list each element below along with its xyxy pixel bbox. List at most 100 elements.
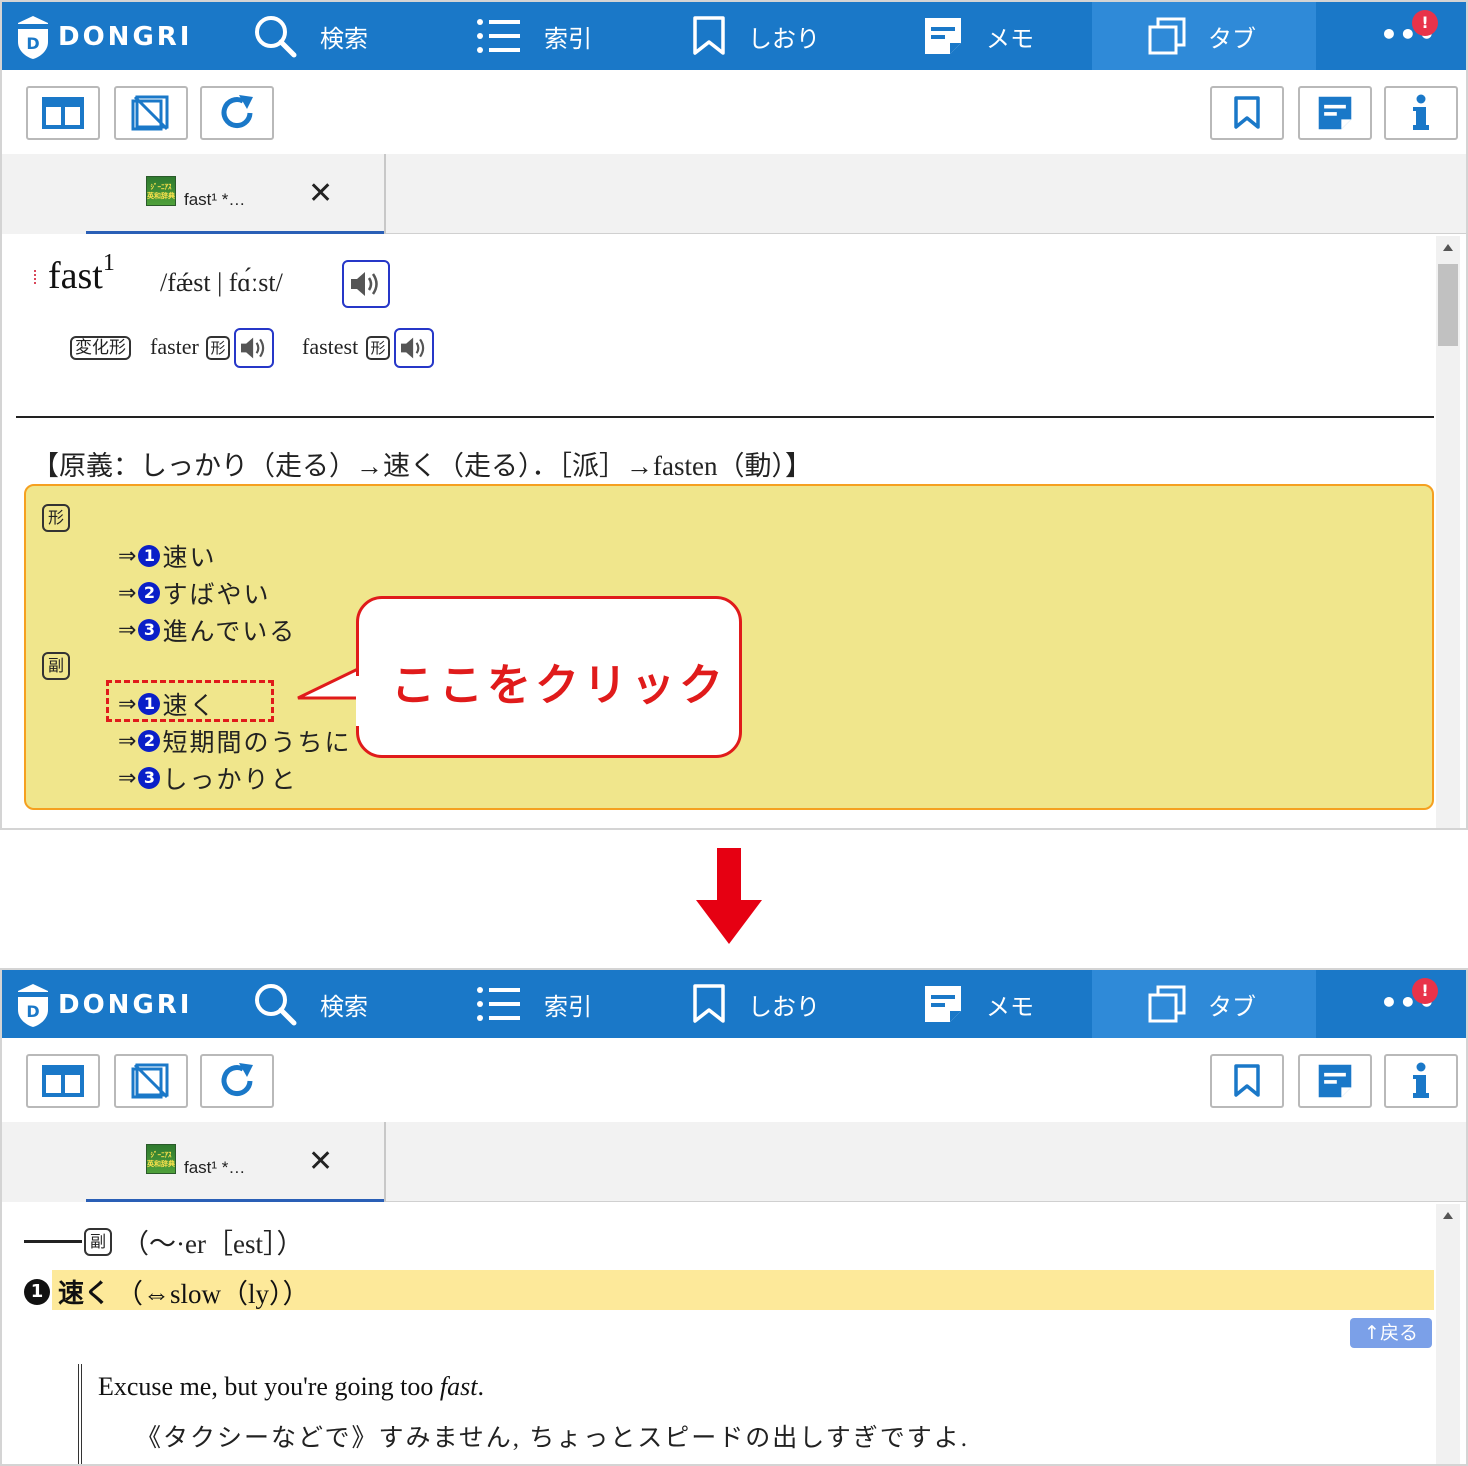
audio-button[interactable]: [394, 328, 434, 368]
sense-note: （⇔slow（ly））: [116, 1279, 310, 1309]
sense-main: 速く: [58, 1279, 111, 1309]
sense-link[interactable]: ⇒ 3 しっかりと: [118, 760, 297, 796]
dongri-logo[interactable]: D DONGRI: [16, 14, 196, 60]
nav-index-label: 索引: [544, 992, 592, 1021]
tab-fast[interactable]: ｼﾞｰﾆｱｽ 英和辞典 fast¹ *… ✕: [2, 1122, 386, 1202]
bookmark-icon: [1234, 1064, 1260, 1097]
split-layout-icon: [42, 97, 84, 129]
inflection-word: faster: [150, 334, 199, 359]
speaker-icon: [351, 272, 378, 296]
dongri-shield-icon: D: [18, 984, 48, 1027]
nav-bookmark[interactable]: しおり: [692, 970, 820, 1038]
nav-memo[interactable]: メモ: [922, 2, 1034, 70]
nav-tab-label: タブ: [1208, 992, 1256, 1021]
nav-memo[interactable]: メモ: [922, 970, 1034, 1038]
nav-tab[interactable]: タブ: [1092, 2, 1316, 70]
close-icon[interactable]: ✕: [308, 1144, 333, 1179]
no-window-icon: [131, 95, 169, 131]
click-target-highlight: [106, 680, 274, 722]
pronunciation: /fǽst | fɑ́ːst/: [160, 268, 283, 297]
sense-link[interactable]: ⇒ 2 短期間のうちに: [118, 723, 351, 759]
example-english: Excuse me, but you're going too fast.: [98, 1372, 484, 1401]
nav-tab[interactable]: タブ: [1092, 970, 1316, 1038]
list-icon: [477, 19, 520, 53]
nav-search[interactable]: 検索: [252, 970, 368, 1038]
dongri-logo[interactable]: D DONGRI: [16, 982, 196, 1028]
sense-link[interactable]: ⇒ 1 速い: [118, 538, 216, 574]
close-pane-button[interactable]: [114, 1054, 188, 1108]
notification-badge: !: [1412, 10, 1438, 36]
instruction-callout: ここをクリック: [356, 596, 742, 758]
svg-text:D: D: [26, 1002, 39, 1021]
speaker-icon: [401, 337, 425, 359]
more-menu[interactable]: ••• !: [1316, 970, 1466, 1038]
toolbar: [2, 70, 1466, 154]
dictionary-icon: ｼﾞｰﾆｱｽ 英和辞典: [146, 176, 176, 206]
info-icon: [1413, 94, 1429, 130]
callout-text: ここをクリック: [391, 660, 727, 711]
adverb-tag: 副: [84, 1227, 112, 1256]
tab-fast[interactable]: ｼﾞｰﾆｱｽ 英和辞典 fast¹ *… ✕: [2, 154, 386, 234]
memo-icon: [1318, 96, 1352, 130]
sense-link[interactable]: ⇒ 3 進んでいる: [118, 612, 296, 648]
nav-index[interactable]: 索引: [476, 970, 592, 1038]
memo-add-button[interactable]: [1298, 86, 1372, 140]
entry-content: 副 （～·er［est］） 1 速く （⇔slow（ly）） ↑戻る Excus…: [2, 1204, 1466, 1464]
nav-search[interactable]: 検索: [252, 2, 368, 70]
audio-button[interactable]: [342, 260, 390, 308]
example-japanese: 《タクシーなどで》すみません, ちょっとスピードの出しすぎですよ.: [136, 1425, 970, 1452]
adverb-forms: （～·er［est］）: [122, 1229, 304, 1259]
scrollbar[interactable]: [1436, 236, 1460, 828]
sense-link[interactable]: ⇒ 2 すばやい: [118, 575, 270, 611]
sense-number: 3: [138, 619, 161, 641]
more-menu[interactable]: ••• !: [1316, 2, 1466, 70]
info-button[interactable]: [1384, 1054, 1458, 1108]
list-icon: [477, 987, 520, 1021]
example-block: Excuse me, but you're going too fast. 《タ…: [78, 1364, 1418, 1464]
reload-button[interactable]: [200, 86, 274, 140]
etymology: 【原義：しっかり（走る）→速く（走る）．［派］→fasten（動）】: [32, 451, 812, 481]
back-button[interactable]: ↑戻る: [1350, 1318, 1432, 1348]
memo-add-button[interactable]: [1298, 1054, 1372, 1108]
reload-button[interactable]: [200, 1054, 274, 1108]
scrollbar[interactable]: [1436, 1204, 1460, 1464]
scroll-up-arrow-icon[interactable]: [1443, 1212, 1453, 1219]
layout-button[interactable]: [26, 86, 100, 140]
memo-icon: [1318, 1064, 1352, 1098]
inflection-tag: 変化形: [70, 336, 131, 360]
dictionary-icon: ｼﾞｰﾆｱｽ 英和辞典: [146, 1144, 176, 1174]
close-pane-button[interactable]: [114, 86, 188, 140]
scroll-up-arrow-icon[interactable]: [1443, 244, 1453, 251]
scroll-thumb[interactable]: [1438, 264, 1458, 346]
callout-pointer: [297, 666, 361, 700]
bookmark-add-button[interactable]: [1210, 86, 1284, 140]
sense-number: 1: [138, 545, 161, 567]
screenshot-after: D DONGRI 検索 索引 しおり メモ タブ ••• ! ｼﾞｰﾆｱｽ 英和…: [0, 968, 1468, 1466]
nav-bookmark[interactable]: しおり: [692, 2, 820, 70]
em-dash: [24, 1240, 82, 1243]
close-icon[interactable]: ✕: [308, 176, 333, 211]
bookmark-add-button[interactable]: [1210, 1054, 1284, 1108]
tab-label: fast¹ *…: [184, 1158, 246, 1177]
nav-search-label: 検索: [320, 992, 368, 1021]
notification-badge: !: [1412, 978, 1438, 1004]
reload-icon: [221, 1063, 253, 1097]
nav-bookmark-label: しおり: [748, 992, 820, 1021]
dongri-shield-icon: D: [18, 16, 48, 59]
layout-button[interactable]: [26, 1054, 100, 1108]
app-header: D DONGRI 検索 索引 しおり メモ タブ ••• !: [2, 970, 1466, 1038]
adverb-section-heading: 副 （～·er［est］）: [24, 1222, 303, 1261]
speaker-icon: [241, 337, 265, 359]
nav-search-label: 検索: [320, 24, 368, 53]
nav-index[interactable]: 索引: [476, 2, 592, 70]
svg-text:D: D: [26, 34, 39, 53]
tab-bar: ｼﾞｰﾆｱｽ 英和辞典 fast¹ *… ✕: [2, 154, 1466, 234]
audio-button[interactable]: [234, 328, 274, 368]
inflection-word: fastest: [302, 334, 359, 359]
toolbar: [2, 1038, 1466, 1122]
pos-tag: 形: [366, 336, 390, 360]
sense-1-row: 1 速く （⇔slow（ly））: [24, 1272, 310, 1311]
info-button[interactable]: [1384, 86, 1458, 140]
search-icon: [255, 984, 297, 1026]
memo-icon: [925, 18, 961, 54]
